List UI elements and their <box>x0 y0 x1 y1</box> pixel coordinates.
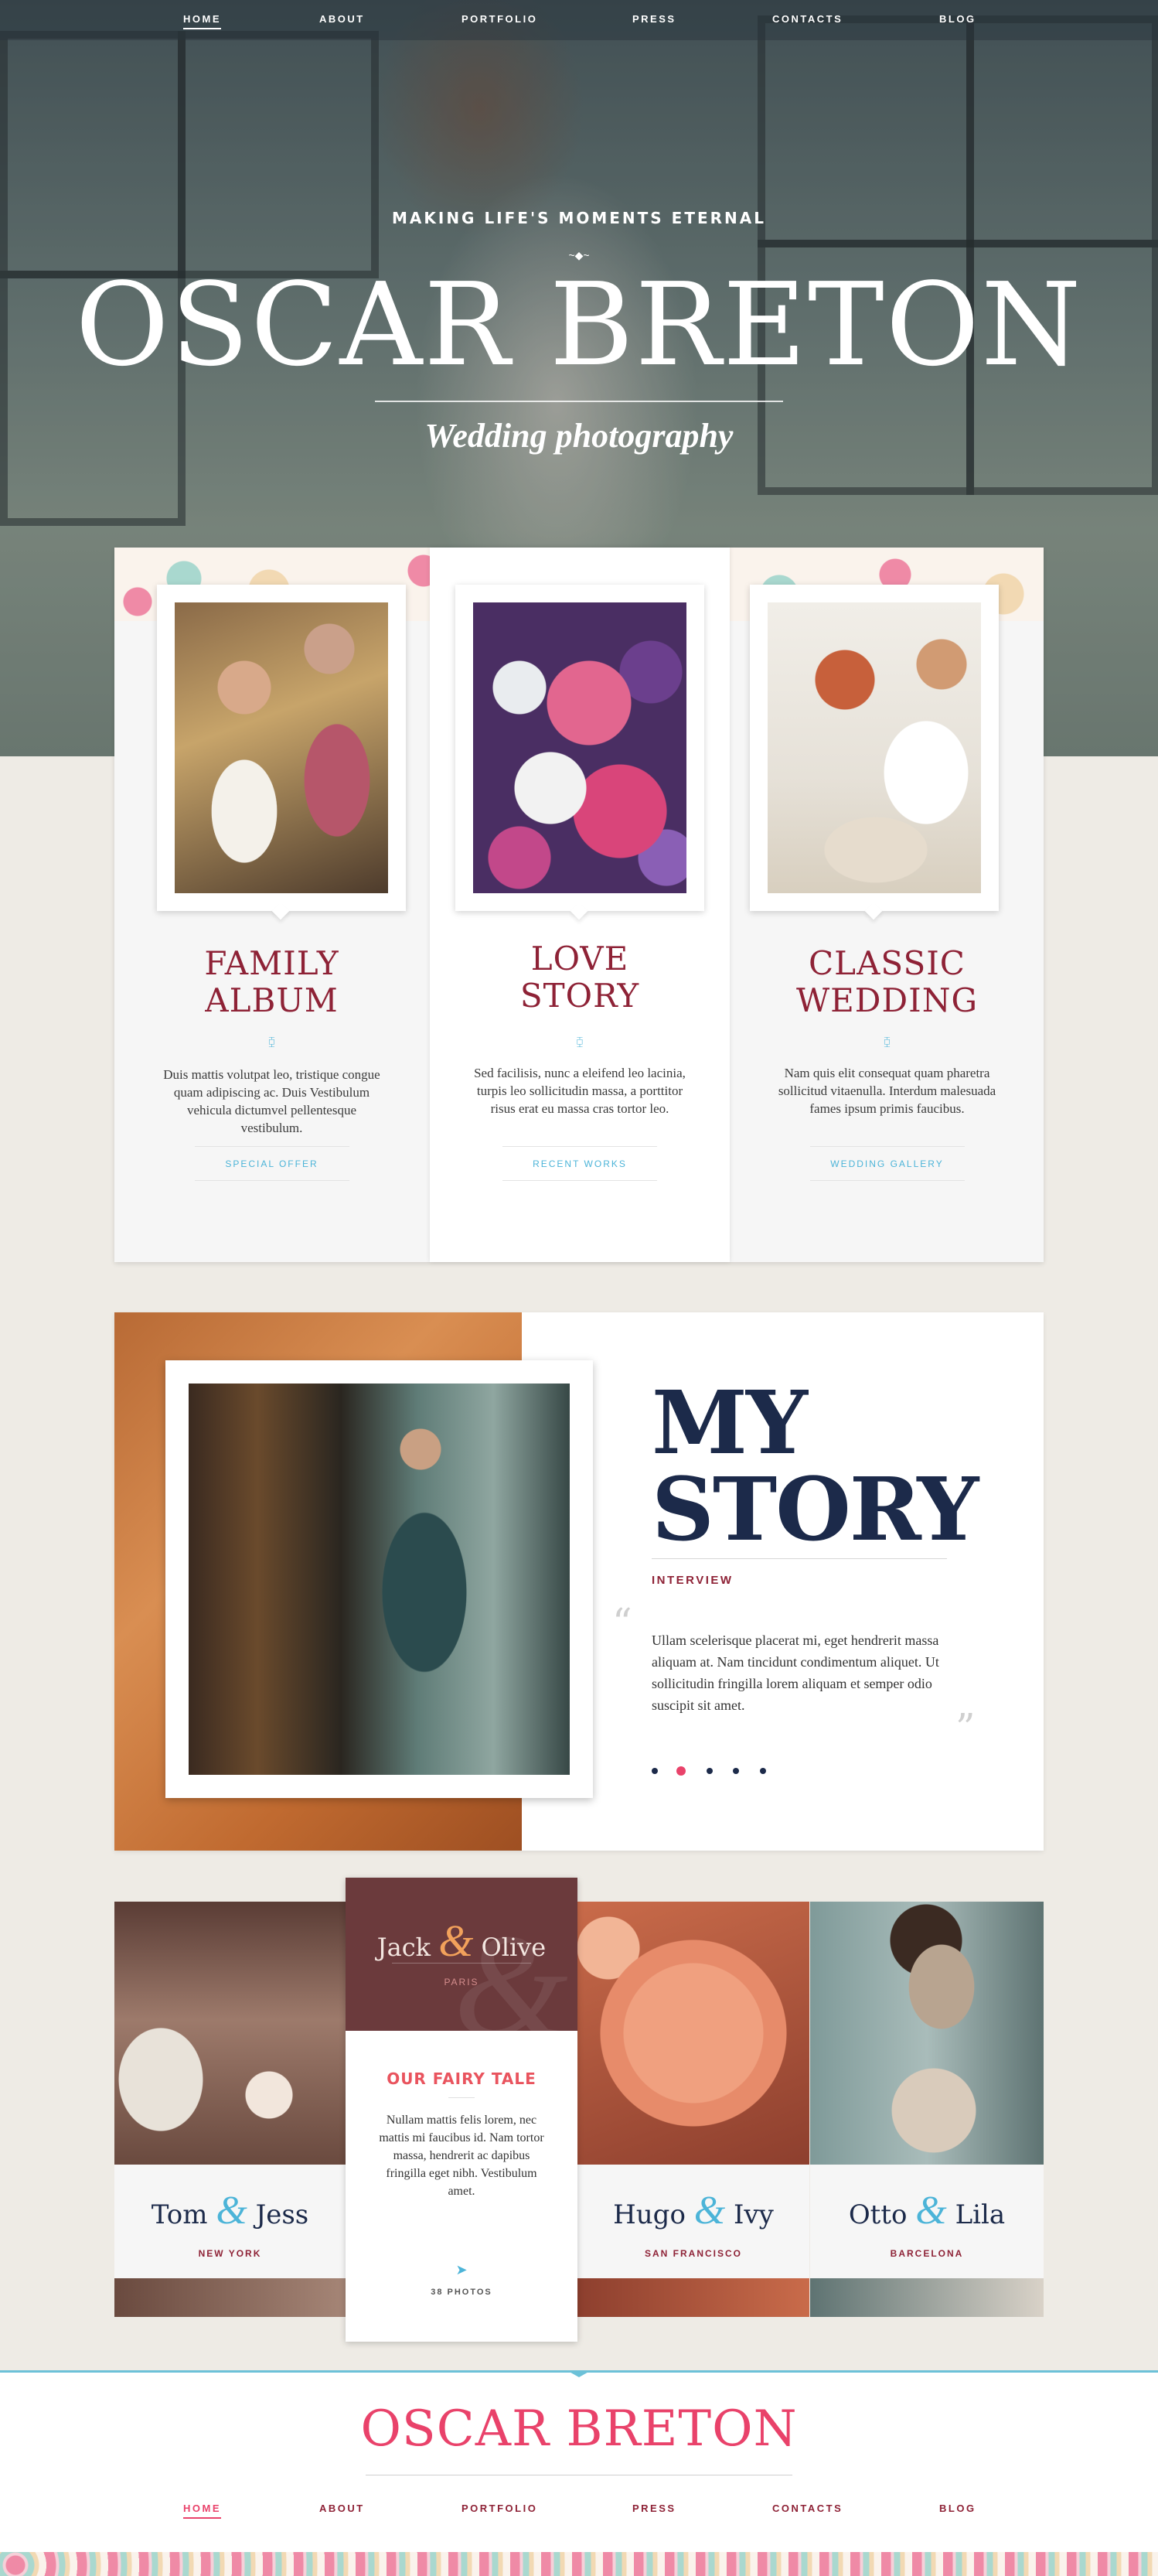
slider-dot[interactable] <box>733 1767 740 1774</box>
couple-city: NEW YORK <box>198 2248 262 2259</box>
footer-nav-contacts[interactable]: CONTACTS <box>772 2503 843 2514</box>
photo-count-link[interactable]: 38 PHOTOS <box>346 2288 577 2297</box>
featured-header: & Jack & Olive PARIS <box>346 1878 577 2059</box>
couple-card-tom-jess[interactable]: Tom & Jess NEW YORK <box>114 2165 346 2278</box>
slider-dot-active[interactable] <box>676 1766 686 1776</box>
swirl-ornament-icon: ~◆~ <box>568 249 590 261</box>
couple-card-otto-lila[interactable]: Otto & Lila BARCELONA <box>810 2165 1044 2278</box>
featured-couple-card[interactable]: & Jack & Olive PARIS OUR FAIRY TALE Null… <box>346 1878 577 2342</box>
service-title: CLASSIC WEDDING <box>795 944 979 1019</box>
story-photo-frame[interactable] <box>165 1360 593 1798</box>
bow-tie-icon: ⧮ <box>884 1035 891 1047</box>
footer-nav-press[interactable]: PRESS <box>632 2503 676 2514</box>
bride-photo <box>768 602 981 893</box>
wedding-gallery-link[interactable]: WEDDING GALLERY <box>830 1158 943 1169</box>
story-title: MY STORY <box>652 1373 979 1561</box>
service-card-classic-wedding: CLASSIC WEDDING ⧮ Nam quis elit consequa… <box>731 548 1044 1262</box>
featured-couple-names: Jack & Olive <box>376 1916 547 1966</box>
hero-tagline: MAKING LIFE'S MOMENTS ETERNAL <box>392 209 766 227</box>
story-quote: Ullam scelerisque placerat mi, eget hend… <box>652 1633 939 1713</box>
chevron-down-icon <box>567 2370 591 2377</box>
footer-nav-about[interactable]: ABOUT <box>319 2503 365 2514</box>
service-description: Duis mattis volutpat leo, tristique cong… <box>163 1067 380 1135</box>
services-panel: FAMILY ALBUM ⧮ Duis mattis volutpat leo,… <box>114 548 1044 1262</box>
slider-dot[interactable] <box>706 1767 713 1774</box>
story-divider <box>652 1558 947 1559</box>
bow-tie-icon: ⧮ <box>268 1035 275 1047</box>
top-navigation: HOME ABOUT PORTFOLIO PRESS CONTACTS BLOG <box>0 0 1158 40</box>
footer-nav-portfolio[interactable]: PORTFOLIO <box>461 2503 537 2514</box>
couple-city: SAN FRANCISCO <box>644 2248 742 2259</box>
recent-works-link[interactable]: RECENT WORKS <box>533 1158 627 1169</box>
photo-strip <box>577 2278 809 2317</box>
nav-contacts[interactable]: CONTACTS <box>772 13 843 25</box>
bouquet-photo <box>473 602 686 893</box>
slider-dot[interactable] <box>652 1767 658 1774</box>
couples-gallery: Tom & Jess NEW YORK Hugo & Ivy SAN FRANC… <box>114 1878 1044 2342</box>
hero-subtitle: Wedding photography <box>424 417 734 455</box>
service-card-family-album: FAMILY ALBUM ⧮ Duis mattis volutpat leo,… <box>114 548 429 1262</box>
footer-brand[interactable]: OSCAR BRETON <box>0 2400 1158 2458</box>
couple-card-hugo-ivy[interactable]: Hugo & Ivy SAN FRANCISCO <box>577 2165 809 2278</box>
couple-photo <box>175 602 388 893</box>
couple-names: Hugo & Ivy <box>613 2189 774 2233</box>
nav-about[interactable]: ABOUT <box>319 13 365 25</box>
couple-photo-tom-jess[interactable] <box>114 1902 346 2165</box>
service-card-love-story: LOVE STORY ⧮ Sed facilisis, nunc a eleif… <box>430 548 730 1262</box>
footer-nav-blog[interactable]: BLOG <box>939 2503 976 2514</box>
footer-floral-border <box>0 2552 1158 2576</box>
slider-dot[interactable] <box>759 1767 766 1774</box>
couple-city: BARCELONA <box>890 2248 964 2259</box>
service-description: Nam quis elit consequat quam pharetra so… <box>778 1066 996 1116</box>
nav-press[interactable]: PRESS <box>632 13 676 25</box>
couple-names: Tom & Jess <box>151 2189 309 2233</box>
featured-city: PARIS <box>444 1977 479 1987</box>
service-title: FAMILY ALBUM <box>204 944 339 1019</box>
couple-photo-hugo-ivy[interactable] <box>577 1902 809 2165</box>
quote-mark-icon: ” <box>955 1705 976 1750</box>
story-kicker: INTERVIEW <box>652 1574 734 1587</box>
couple-names: Otto & Lila <box>848 2189 1006 2233</box>
footer: OSCAR BRETON HOME ABOUT PORTFOLIO PRESS … <box>0 2370 1158 2576</box>
photographer-photo <box>189 1384 570 1775</box>
featured-text: Nullam mattis felis lorem, nec mattis mi… <box>379 2114 544 2198</box>
slider-dots <box>652 1764 783 1778</box>
nav-home[interactable]: HOME <box>183 13 221 29</box>
service-photo-frame[interactable] <box>455 585 704 920</box>
hero-divider <box>375 401 783 402</box>
nav-blog[interactable]: BLOG <box>939 13 976 25</box>
my-story-section: MY STORY INTERVIEW “ Ullam scelerisque p… <box>114 1312 1044 1851</box>
footer-nav-home[interactable]: HOME <box>183 2503 221 2519</box>
photo-strip <box>810 2278 1044 2317</box>
hero-title: OSCAR BRETON <box>75 258 1083 391</box>
photo-strip <box>114 2278 346 2317</box>
couple-photo-otto-lila[interactable] <box>810 1902 1044 2165</box>
paper-plane-icon: ➤ <box>455 2262 468 2277</box>
nav-portfolio[interactable]: PORTFOLIO <box>461 13 537 25</box>
service-photo-frame[interactable] <box>750 585 999 920</box>
service-photo-frame[interactable] <box>157 585 406 920</box>
bow-tie-icon: ⧮ <box>576 1035 584 1047</box>
service-description: Sed facilisis, nunc a eleifend leo lacin… <box>474 1066 686 1116</box>
footer-navigation: HOME ABOUT PORTFOLIO PRESS CONTACTS BLOG <box>0 2503 1158 2526</box>
service-title: LOVE STORY <box>519 940 640 1015</box>
special-offer-link[interactable]: SPECIAL OFFER <box>225 1158 318 1169</box>
featured-heading: OUR FAIRY TALE <box>387 2069 536 2088</box>
quote-mark-icon: “ <box>612 1600 632 1645</box>
